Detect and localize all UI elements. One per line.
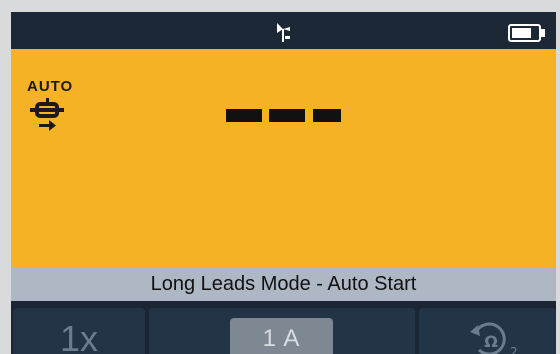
status-bar [11,12,556,49]
auto-indicator: AUTO [27,78,74,95]
softkey-test-current[interactable]: 1 A [149,308,415,354]
softkey-multiplier-label: 1x [59,318,99,354]
svg-text:Ω: Ω [484,332,498,351]
ohm-swap-subscript: 2 [510,345,518,354]
device-screen: AUTO Long Leads Mode - Auto Start 1x 1 A… [11,12,556,354]
measurement-display [11,49,556,267]
test-leads-icon [30,98,64,131]
softkey-ohm-swap[interactable]: Ω 2 [419,308,556,354]
mode-text: Long Leads Mode - Auto Start [150,273,417,295]
ohm-swap-icon: Ω 2 [470,322,518,354]
antenna-icon [277,23,290,42]
test-current-label: 1 A [230,318,333,354]
battery-icon [508,24,545,42]
softkey-row: 1x 1 A Ω 2 [11,301,556,354]
reading-dashes [226,109,341,122]
softkey-multiplier[interactable]: 1x [13,308,145,354]
mode-status-bar: Long Leads Mode - Auto Start [11,267,556,301]
